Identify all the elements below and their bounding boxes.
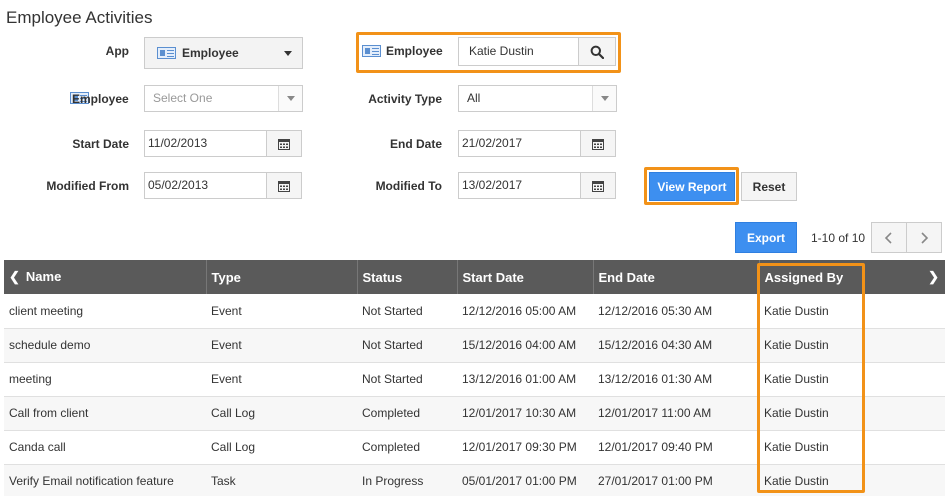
calendar-icon bbox=[278, 138, 290, 150]
cell-status: Not Started bbox=[357, 294, 457, 329]
caret-down-icon bbox=[286, 96, 295, 101]
page-title: Employee Activities bbox=[6, 8, 153, 27]
cell-type: Call Log bbox=[206, 396, 357, 431]
prev-page-button[interactable] bbox=[871, 222, 907, 253]
column-header-start-date[interactable]: Start Date bbox=[457, 260, 594, 294]
cell-type: Event bbox=[206, 328, 357, 363]
chevron-right-icon[interactable]: ❯ bbox=[928, 269, 939, 285]
cell-end-date: 12/12/2016 05:30 AM bbox=[593, 294, 759, 329]
column-header-name[interactable]: ❮ Name bbox=[4, 260, 207, 294]
cell-type: Task bbox=[206, 464, 357, 496]
cell-status: Not Started bbox=[357, 362, 457, 397]
end-date-calendar-button[interactable] bbox=[580, 130, 616, 157]
calendar-icon bbox=[278, 180, 290, 192]
cell-type: Event bbox=[206, 294, 357, 329]
cell-end-date: 12/01/2017 09:40 PM bbox=[593, 430, 759, 465]
cell-name: client meeting bbox=[4, 294, 206, 329]
modified-to-input[interactable]: 13/02/2017 bbox=[458, 172, 581, 199]
end-date-input[interactable]: 21/02/2017 bbox=[458, 130, 581, 157]
modified-to-label: Modified To bbox=[375, 179, 442, 193]
modified-from-input[interactable]: 05/02/2013 bbox=[144, 172, 267, 199]
cell-name: meeting bbox=[4, 362, 206, 397]
column-header-status[interactable]: Status bbox=[357, 260, 458, 294]
cell-start-date: 12/01/2017 09:30 PM bbox=[457, 430, 593, 465]
cell-end-date: 27/01/2017 01:00 PM bbox=[593, 464, 759, 496]
cell-status: Completed bbox=[357, 396, 457, 431]
employee-search-label: Employee bbox=[386, 44, 443, 58]
cell-end-date: 12/01/2017 11:00 AM bbox=[593, 396, 759, 431]
start-date-input[interactable]: 11/02/2013 bbox=[144, 130, 267, 157]
column-header-type[interactable]: Type bbox=[206, 260, 358, 294]
start-date-label: Start Date bbox=[72, 137, 129, 151]
cell-end-date: 15/12/2016 04:30 AM bbox=[593, 328, 759, 363]
employee-select-label: Employee bbox=[72, 92, 129, 106]
next-page-button[interactable] bbox=[906, 222, 942, 253]
activity-type-label: Activity Type bbox=[368, 92, 442, 106]
chevron-left-icon[interactable]: ❮ bbox=[9, 269, 20, 284]
caret-down-icon bbox=[600, 96, 609, 101]
search-icon bbox=[590, 45, 604, 59]
app-select[interactable]: Employee bbox=[144, 37, 303, 69]
cell-name: Verify Email notification feature bbox=[4, 464, 206, 496]
cell-type: Call Log bbox=[206, 430, 357, 465]
app-label: App bbox=[105, 44, 129, 58]
cell-start-date: 12/12/2016 05:00 AM bbox=[457, 294, 593, 329]
caret-down-icon bbox=[284, 51, 292, 56]
cell-type: Event bbox=[206, 362, 357, 397]
employee-search-button[interactable] bbox=[578, 37, 616, 66]
column-header-label: Name bbox=[25, 269, 62, 284]
activity-type-arrow[interactable] bbox=[592, 86, 616, 111]
assigned-by-highlight bbox=[757, 263, 865, 493]
column-header-end-date[interactable]: End Date bbox=[593, 260, 760, 294]
cell-start-date: 12/01/2017 10:30 AM bbox=[457, 396, 593, 431]
cell-name: schedule demo bbox=[4, 328, 206, 363]
modified-from-calendar-button[interactable] bbox=[266, 172, 302, 199]
cell-name: Call from client bbox=[4, 396, 206, 431]
chevron-left-icon bbox=[884, 231, 892, 244]
cell-start-date: 15/12/2016 04:00 AM bbox=[457, 328, 593, 363]
cell-name: Canda call bbox=[4, 430, 206, 465]
modified-to-calendar-button[interactable] bbox=[580, 172, 616, 199]
start-date-calendar-button[interactable] bbox=[266, 130, 302, 157]
id-card-icon bbox=[157, 47, 176, 59]
pagination-text: 1-10 of 10 bbox=[811, 231, 866, 245]
employee-search-input[interactable]: Katie Dustin bbox=[458, 37, 579, 66]
calendar-icon bbox=[592, 138, 604, 150]
chevron-right-icon bbox=[921, 231, 929, 244]
cell-start-date: 13/12/2016 01:00 AM bbox=[457, 362, 593, 397]
app-select-value: Employee bbox=[182, 46, 239, 60]
end-date-label: End Date bbox=[389, 137, 442, 151]
employee-select-arrow[interactable] bbox=[278, 86, 302, 111]
id-card-icon bbox=[362, 45, 381, 57]
calendar-icon bbox=[592, 180, 604, 192]
reset-button[interactable]: Reset bbox=[741, 172, 797, 201]
cell-status: In Progress bbox=[357, 464, 457, 496]
view-report-button[interactable]: View Report bbox=[649, 172, 735, 201]
modified-from-label: Modified From bbox=[46, 179, 129, 193]
cell-start-date: 05/01/2017 01:00 PM bbox=[457, 464, 593, 496]
export-button[interactable]: Export bbox=[735, 222, 797, 253]
cell-end-date: 13/12/2016 01:30 AM bbox=[593, 362, 759, 397]
cell-status: Not Started bbox=[357, 328, 457, 363]
cell-status: Completed bbox=[357, 430, 457, 465]
